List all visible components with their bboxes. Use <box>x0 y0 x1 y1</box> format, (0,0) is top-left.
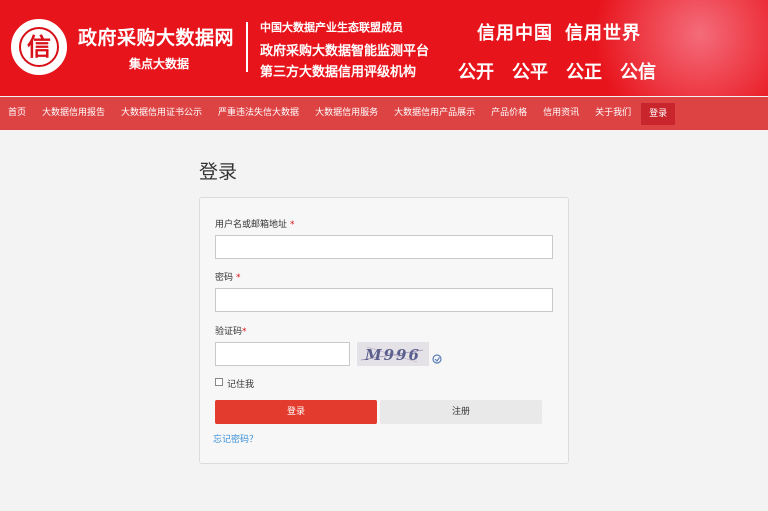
nav-about[interactable]: 关于我们 <box>587 97 639 130</box>
main-nav: 首页 大数据信用报告 大数据信用证书公示 严重违法失信大数据 大数据信用服务 大… <box>0 97 768 130</box>
nav-news[interactable]: 信用资讯 <box>535 97 587 130</box>
nav-credit-certificate[interactable]: 大数据信用证书公示 <box>113 97 210 130</box>
login-button[interactable]: 登录 <box>215 400 377 424</box>
required-mark: * <box>236 273 241 283</box>
remember-me-checkbox[interactable] <box>215 378 223 386</box>
site-logo[interactable]: 信 <box>11 19 67 75</box>
nav-serious-violations[interactable]: 严重违法失信大数据 <box>210 97 307 130</box>
nav-login[interactable]: 登录 <box>641 102 676 125</box>
captcha-label: 验证码* <box>215 324 247 337</box>
refresh-icon-check <box>434 357 440 362</box>
captcha-input[interactable] <box>215 342 350 366</box>
slogan-top: 信用中国 信用世界 <box>477 19 653 45</box>
slogan-top-1: 信用中国 <box>477 23 553 44</box>
header-tag-3: 第三方大数据信用评级机构 <box>260 65 417 80</box>
site-header: 信 政府采购大数据网 集点大数据 中国大数据产业生态联盟成员 政府采购大数据智能… <box>0 0 768 96</box>
site-name: 政府采购大数据网 <box>78 27 235 49</box>
header-tag-1: 中国大数据产业生态联盟成员 <box>260 21 403 34</box>
header-divider <box>246 22 248 72</box>
slogan-bottom-2: 公平 <box>512 62 548 83</box>
captcha-graphic: M996 <box>360 346 424 364</box>
refresh-captcha-icon[interactable] <box>432 349 442 364</box>
site-subtitle: 集点大数据 <box>129 57 190 71</box>
required-mark: * <box>242 327 247 337</box>
password-label: 密码 * <box>215 270 241 283</box>
slogan-top-2: 信用世界 <box>565 23 641 44</box>
header-tag-2: 政府采购大数据智能监测平台 <box>260 44 430 59</box>
logo-char: 信 <box>27 33 51 61</box>
password-input[interactable] <box>215 288 553 312</box>
nav-credit-service[interactable]: 大数据信用服务 <box>307 97 386 130</box>
page-title: 登录 <box>199 161 238 183</box>
nav-home[interactable]: 首页 <box>0 97 34 130</box>
slogan-bottom-3: 公正 <box>566 62 602 83</box>
required-mark: * <box>290 220 295 230</box>
slogan-bottom-4: 公信 <box>620 62 656 83</box>
captcha-label-text: 验证码 <box>215 327 243 337</box>
register-button[interactable]: 注册 <box>380 400 542 424</box>
captcha-text: M996 <box>364 346 421 364</box>
remember-me-label[interactable]: 记住我 <box>227 377 254 390</box>
nav-credit-products[interactable]: 大数据信用产品展示 <box>386 97 483 130</box>
username-label: 用户名或邮箱地址 * <box>215 217 295 230</box>
captcha-image[interactable]: M996 <box>357 342 429 366</box>
logo-seal: 信 <box>19 27 59 67</box>
slogan-bottom-1: 公开 <box>458 62 494 83</box>
forgot-password-link[interactable]: 忘记密码？ <box>213 432 258 445</box>
slogan-bottom: 公开 公平 公正 公信 <box>458 58 674 84</box>
username-label-text: 用户名或邮箱地址 <box>215 220 288 230</box>
nav-pricing[interactable]: 产品价格 <box>483 97 535 130</box>
username-input[interactable] <box>215 235 553 259</box>
refresh-icon-graphic <box>432 354 442 364</box>
password-label-text: 密码 <box>215 273 234 283</box>
nav-credit-report[interactable]: 大数据信用报告 <box>34 97 113 130</box>
